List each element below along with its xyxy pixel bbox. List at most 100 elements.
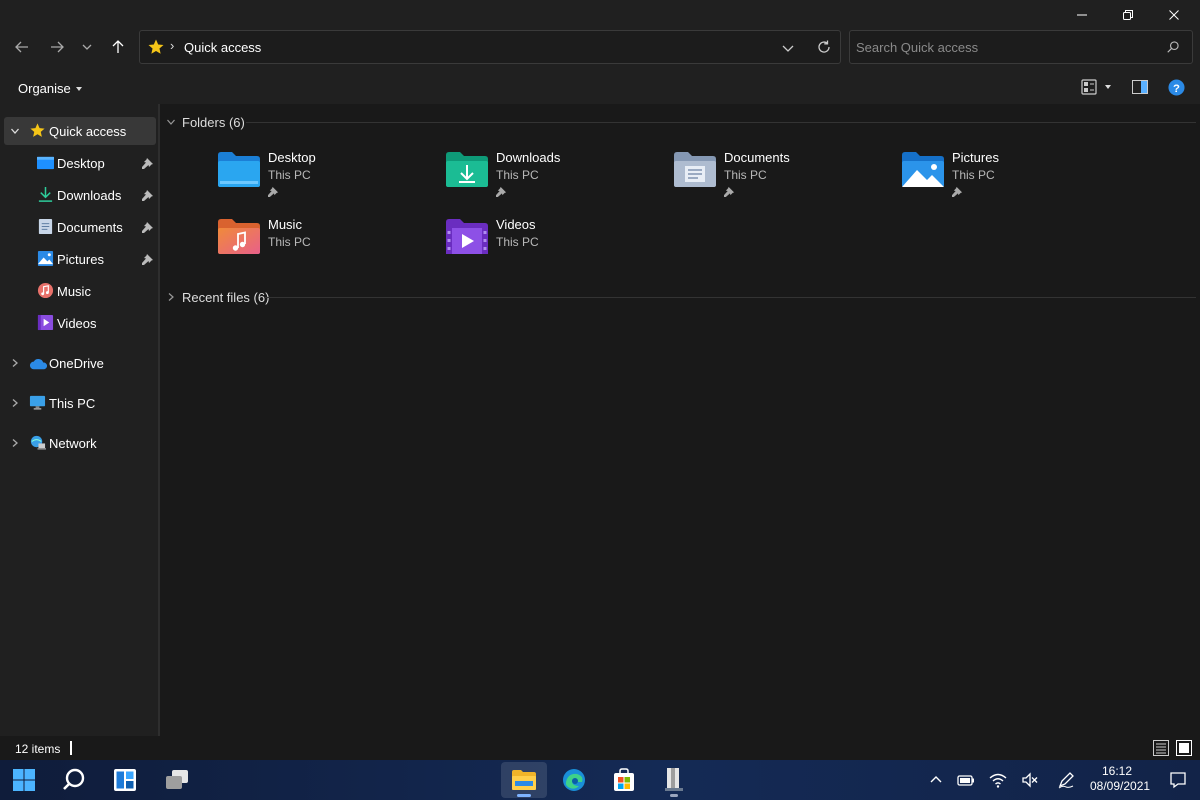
address-bar[interactable]: › Quick access — [139, 30, 841, 64]
restore-icon — [1123, 10, 1133, 20]
search-taskbar-button[interactable] — [51, 762, 97, 798]
sidebar-item-desktop[interactable]: Desktop — [4, 149, 156, 177]
onedrive-icon — [29, 358, 48, 370]
volume-muted-icon[interactable] — [1021, 771, 1039, 789]
sidebar-item-pictures[interactable]: Pictures — [4, 245, 156, 273]
breadcrumb-quick-access[interactable]: Quick access — [184, 40, 261, 55]
pin-icon[interactable] — [142, 221, 154, 233]
recent-files-group-header[interactable]: Recent files (6) — [166, 287, 269, 307]
sidebar-item-label: Pictures — [57, 252, 104, 267]
sidebar-item-label: Network — [49, 436, 97, 451]
caret-down-icon — [75, 86, 82, 91]
back-button[interactable] — [9, 34, 35, 60]
search-box[interactable] — [849, 30, 1193, 64]
folder-tile-music[interactable]: Music This PC — [217, 217, 432, 273]
up-button[interactable] — [105, 34, 131, 60]
folder-tile-videos[interactable]: Videos This PC — [445, 217, 660, 273]
notification-icon[interactable] — [1169, 771, 1187, 789]
navigation-pane: Quick access Desktop Downloads Documents… — [0, 104, 158, 736]
task-view-button[interactable] — [154, 762, 200, 798]
search-input[interactable] — [856, 37, 1156, 57]
sidebar-item-videos[interactable]: Videos — [4, 309, 156, 337]
text-cursor — [70, 741, 72, 755]
pin-icon[interactable] — [142, 157, 154, 169]
sidebar-item-label: OneDrive — [49, 356, 104, 371]
clock[interactable]: 16:12 08/09/2021 — [1090, 764, 1150, 794]
group-divider — [246, 122, 1196, 123]
details-view-icon[interactable] — [1153, 740, 1169, 756]
preview-pane-icon — [1132, 80, 1148, 94]
folder-tile-pictures[interactable]: Pictures This PC — [901, 150, 1116, 206]
sidebar-item-this-pc[interactable]: This PC — [4, 389, 156, 417]
task-view-icon — [166, 770, 188, 789]
desktop-folder-icon — [218, 152, 260, 187]
start-button[interactable] — [1, 762, 47, 798]
help-button[interactable]: ? — [1168, 78, 1185, 96]
folder-location: This PC — [268, 168, 311, 182]
chevron-right-icon[interactable] — [10, 438, 20, 448]
command-bar: Organise ? — [0, 70, 1200, 104]
sidebar-item-label: Quick access — [49, 124, 127, 139]
chevron-right-icon — [168, 293, 174, 301]
refresh-icon[interactable] — [816, 39, 832, 55]
organise-label: Organise — [18, 81, 71, 96]
wifi-icon[interactable] — [989, 771, 1007, 789]
sidebar-item-downloads[interactable]: Downloads — [4, 181, 156, 209]
pin-icon[interactable] — [142, 189, 154, 201]
sidebar-item-documents[interactable]: Documents — [4, 213, 156, 241]
sidebar-item-quick-access[interactable]: Quick access — [4, 117, 156, 145]
pictures-icon — [37, 250, 54, 267]
chevron-right-icon[interactable] — [10, 398, 20, 408]
videos-icon — [37, 314, 54, 331]
windows-logo-icon — [13, 769, 35, 791]
widgets-button[interactable] — [102, 762, 148, 798]
item-count: 12 items — [15, 742, 61, 756]
pin-icon — [952, 186, 963, 197]
folder-tile-desktop[interactable]: Desktop This PC — [217, 150, 432, 206]
forward-button[interactable] — [44, 34, 70, 60]
sidebar-item-music[interactable]: Music — [4, 277, 156, 305]
pin-icon[interactable] — [142, 253, 154, 265]
chevron-down-icon[interactable] — [780, 40, 796, 56]
music-folder-icon — [218, 219, 260, 254]
status-bar: 12 items — [0, 736, 1200, 760]
preview-pane-button[interactable] — [1132, 78, 1148, 96]
folders-group-label: Folders (6) — [182, 114, 245, 130]
svg-text:?: ? — [1173, 82, 1180, 94]
pictures-folder-icon — [902, 152, 944, 187]
folder-name: Videos — [496, 217, 536, 232]
file-explorer-taskbar-button[interactable] — [501, 762, 547, 798]
large-icons-view-icon[interactable] — [1176, 740, 1192, 756]
app-taskbar-button[interactable] — [651, 762, 697, 798]
sidebar-item-label: Music — [57, 284, 91, 299]
recent-files-group-label: Recent files (6) — [182, 289, 270, 305]
sidebar-item-onedrive[interactable]: OneDrive — [4, 349, 156, 377]
downloads-icon — [38, 186, 53, 202]
folder-tile-downloads[interactable]: Downloads This PC — [445, 150, 660, 206]
breadcrumb-separator: › — [170, 38, 175, 53]
store-taskbar-button[interactable] — [601, 762, 647, 798]
folder-location: This PC — [268, 235, 311, 249]
network-icon — [30, 435, 46, 450]
battery-icon[interactable] — [957, 771, 975, 789]
change-view-button[interactable] — [1081, 78, 1111, 96]
search-icon — [63, 768, 85, 790]
organise-button[interactable]: Organise — [18, 81, 82, 96]
sidebar-item-label: Desktop — [57, 156, 105, 171]
edge-taskbar-button[interactable] — [551, 762, 597, 798]
pen-icon[interactable] — [1057, 771, 1075, 789]
computer-icon — [29, 395, 46, 410]
sidebar-item-network[interactable]: Network — [4, 429, 156, 457]
chevron-right-icon[interactable] — [10, 358, 20, 368]
folder-name: Pictures — [952, 150, 999, 165]
view-tiles-icon — [1081, 79, 1097, 95]
recent-locations-button[interactable] — [74, 34, 100, 60]
chevron-up-icon[interactable] — [927, 771, 945, 789]
arrow-right-icon — [51, 41, 64, 53]
taskbar: 16:12 08/09/2021 — [0, 760, 1200, 800]
folders-group-header[interactable]: Folders (6) — [166, 112, 245, 132]
chevron-down-icon[interactable] — [10, 126, 20, 136]
folder-location: This PC — [952, 168, 995, 182]
pin-icon — [268, 186, 279, 197]
folder-tile-documents[interactable]: Documents This PC — [673, 150, 888, 206]
